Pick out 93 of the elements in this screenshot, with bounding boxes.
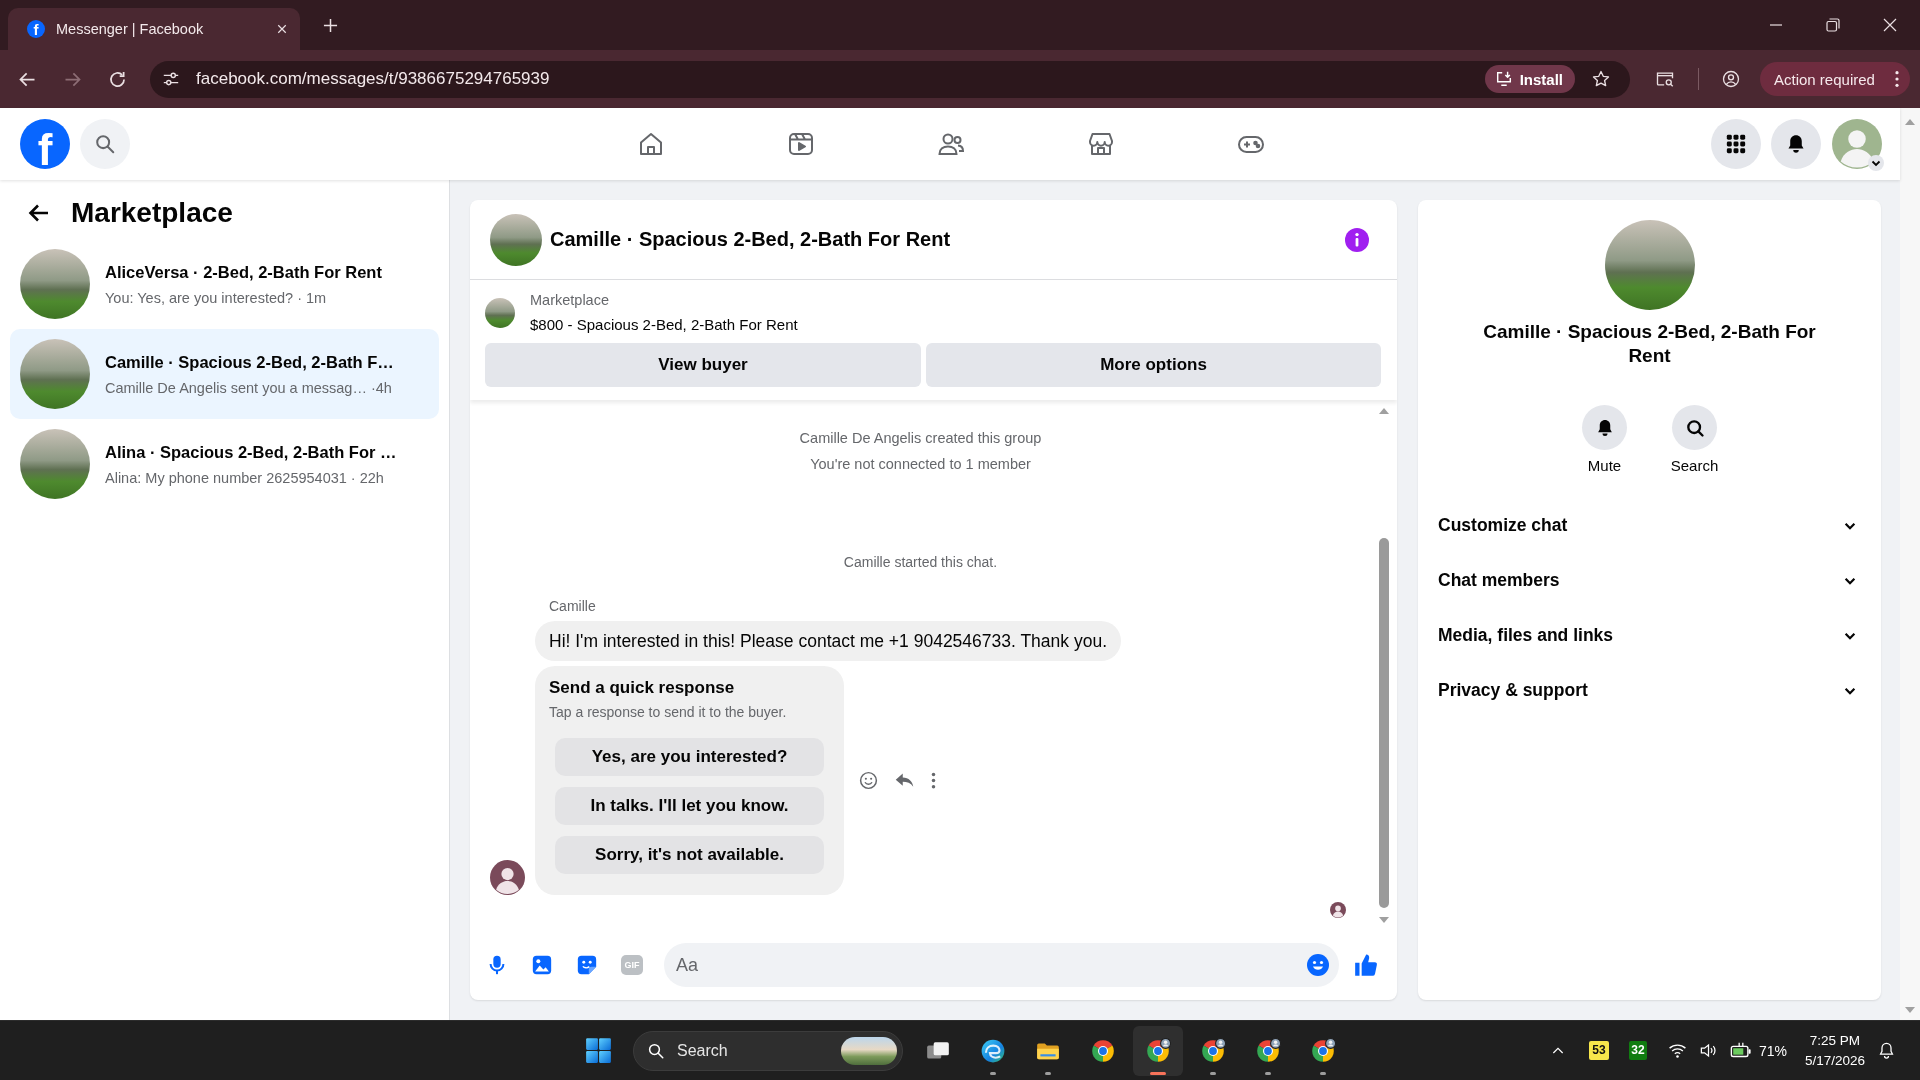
home-icon[interactable]	[637, 130, 665, 158]
menu-button[interactable]	[1711, 119, 1761, 169]
search-icon	[647, 1041, 665, 1060]
user-avatar[interactable]	[490, 860, 525, 895]
details-section-header[interactable]: Chat members	[1418, 553, 1881, 608]
address-bar[interactable]: facebook.com/messages/t/9386675294765939 Install	[150, 60, 1630, 98]
browser-tab[interactable]: f Messenger | Facebook	[8, 8, 300, 50]
storefront-icon[interactable]	[1087, 130, 1115, 158]
restore-icon[interactable]	[1826, 18, 1840, 32]
read-receipt-avatar	[1330, 902, 1346, 918]
close-window-icon[interactable]	[1883, 18, 1897, 32]
photo-placeholder	[490, 213, 542, 266]
conversation-item[interactable]: Alina · Spacious 2-Bed, 2-Bath For … Alina: My phone number 2625954031 · 22h	[10, 419, 439, 509]
scrollbar-thumb[interactable]	[1379, 538, 1389, 908]
quick-response-title: Send a quick response	[549, 677, 735, 699]
site-settings-icon[interactable]	[162, 70, 180, 88]
smiley-icon[interactable]	[858, 770, 879, 791]
chat-title: Camille · Spacious 2-Bed, 2-Bath For Rent	[550, 228, 951, 251]
chevron-down-icon[interactable]	[1868, 155, 1884, 171]
quick-response-button[interactable]: Yes, are you interested?	[555, 738, 824, 776]
taskbar-search[interactable]: Search	[633, 1030, 903, 1071]
browser-profile-icon[interactable]	[1255, 1037, 1281, 1064]
battery-percent: 71%	[1758, 1042, 1787, 1059]
conversation-name: Camille · Spacious 2-Bed, 2-Bath F…	[105, 351, 394, 373]
facebook-favicon: f	[27, 20, 45, 38]
conversation-name: AliceVersa · 2-Bed, 2-Bath For Rent	[105, 261, 382, 283]
photo-placeholder	[841, 1036, 897, 1065]
more-vertical-icon	[1894, 70, 1900, 88]
profile-icon[interactable]	[1721, 69, 1741, 89]
search-button[interactable]	[80, 119, 130, 169]
bell-icon	[1582, 405, 1627, 450]
conversation-preview: You: Yes, are you interested? · 1m	[105, 288, 328, 308]
browser-icon[interactable]	[1090, 1037, 1116, 1064]
chat-event-text: Camille De Angelis created this group	[799, 429, 1042, 448]
start-icon[interactable]	[585, 1037, 612, 1064]
details-section-header[interactable]: Customize chat	[1418, 498, 1881, 553]
conversation-item[interactable]: AliceVersa · 2-Bed, 2-Bath For Rent You: Yes, are you interested? · 1m	[10, 239, 439, 329]
play-video-icon[interactable]	[787, 130, 815, 158]
browser-profile-icon[interactable]	[1145, 1037, 1171, 1064]
more-vertical-icon[interactable]	[930, 770, 937, 791]
quick-response-button[interactable]: In talks. I'll let you know.	[555, 787, 824, 825]
conversation-preview: Alina: My phone number 2625954031 · 22h	[105, 468, 385, 488]
bookmark-star-icon[interactable]	[1591, 69, 1611, 89]
grid-menu-icon	[1725, 133, 1747, 155]
details-section-header[interactable]: Media, files and links	[1418, 608, 1881, 663]
mute-button[interactable]: Mute	[1564, 405, 1645, 476]
listing-action-button[interactable]: View buyer	[485, 343, 921, 387]
quick-response-button[interactable]: Sorry, it's not available.	[555, 836, 824, 874]
facebook-logo[interactable]: f	[20, 119, 70, 169]
sticker-icon[interactable]	[576, 954, 598, 976]
taskbar-app-button[interactable]	[1133, 1025, 1183, 1076]
close-tab-icon[interactable]	[276, 23, 288, 35]
scroll-up-icon[interactable]	[1378, 407, 1390, 415]
clock-time[interactable]: 7:25 PM	[1809, 1030, 1861, 1051]
conversation-name: Alina · Spacious 2-Bed, 2-Bath For …	[105, 441, 397, 463]
details-section-header[interactable]: Privacy & support	[1418, 663, 1881, 718]
sender-name: Camille	[549, 597, 596, 616]
conversation-preview: Camille De Angelis sent you a messag… ·4h	[105, 378, 393, 398]
listing-action-button[interactable]: More options	[926, 343, 1381, 387]
thumbs-up-icon[interactable]	[1353, 952, 1379, 978]
search-icon	[94, 133, 116, 155]
profile-status-button[interactable]: Action required	[1760, 62, 1910, 96]
install-button[interactable]: Install	[1484, 65, 1575, 93]
tray-badge[interactable]: 53	[1588, 1041, 1609, 1060]
swirl-browser-icon[interactable]	[980, 1037, 1006, 1064]
quick-response-hint: Tap a response to send it to the buyer.	[549, 703, 787, 722]
message-input[interactable]: Aa	[664, 943, 1339, 987]
conversation-item[interactable]: Camille · Spacious 2-Bed, 2-Bath F… Camille De Angelis sent you a messag… ·4h	[10, 329, 439, 419]
notification-bell-icon[interactable]	[1877, 1041, 1896, 1060]
image-icon[interactable]	[531, 954, 553, 976]
tray-badge[interactable]: 32	[1628, 1041, 1647, 1060]
new-tab-icon[interactable]	[323, 17, 338, 33]
speaker-icon[interactable]	[1698, 1041, 1718, 1060]
search-button[interactable]: Search	[1654, 405, 1735, 476]
clock-date[interactable]: 5/17/2026	[1804, 1050, 1865, 1071]
listing-summary: $800 - Spacious 2-Bed, 2-Bath For Rent	[530, 315, 798, 335]
info-icon[interactable]	[1345, 227, 1369, 252]
notifications-button[interactable]	[1771, 119, 1821, 169]
wifi-icon[interactable]	[1667, 1041, 1687, 1060]
search-icon	[1672, 405, 1717, 450]
scroll-down-icon[interactable]	[1378, 916, 1390, 924]
emoji-icon[interactable]	[1306, 953, 1330, 977]
browser-profile-icon[interactable]	[1310, 1037, 1336, 1064]
chat-event-text: You're not connected to 1 member	[810, 455, 1031, 474]
install-icon	[1494, 70, 1513, 88]
details-title: Camille · Spacious 2-Bed, 2-Bath For Rent	[1482, 320, 1817, 368]
sidebar-title: Marketplace	[71, 197, 233, 229]
listing-source: Marketplace	[530, 291, 610, 310]
browser-profile-icon[interactable]	[1200, 1037, 1226, 1064]
message-bubble: Hi! I'm interested in this! Please contact me +1 9042546733. Thank you.	[535, 621, 1121, 661]
url-text: facebook.com/messages/t/9386675294765939	[196, 69, 551, 89]
chat-start-notice: Camille started this chat.	[843, 553, 998, 572]
photo-placeholder	[485, 297, 515, 328]
